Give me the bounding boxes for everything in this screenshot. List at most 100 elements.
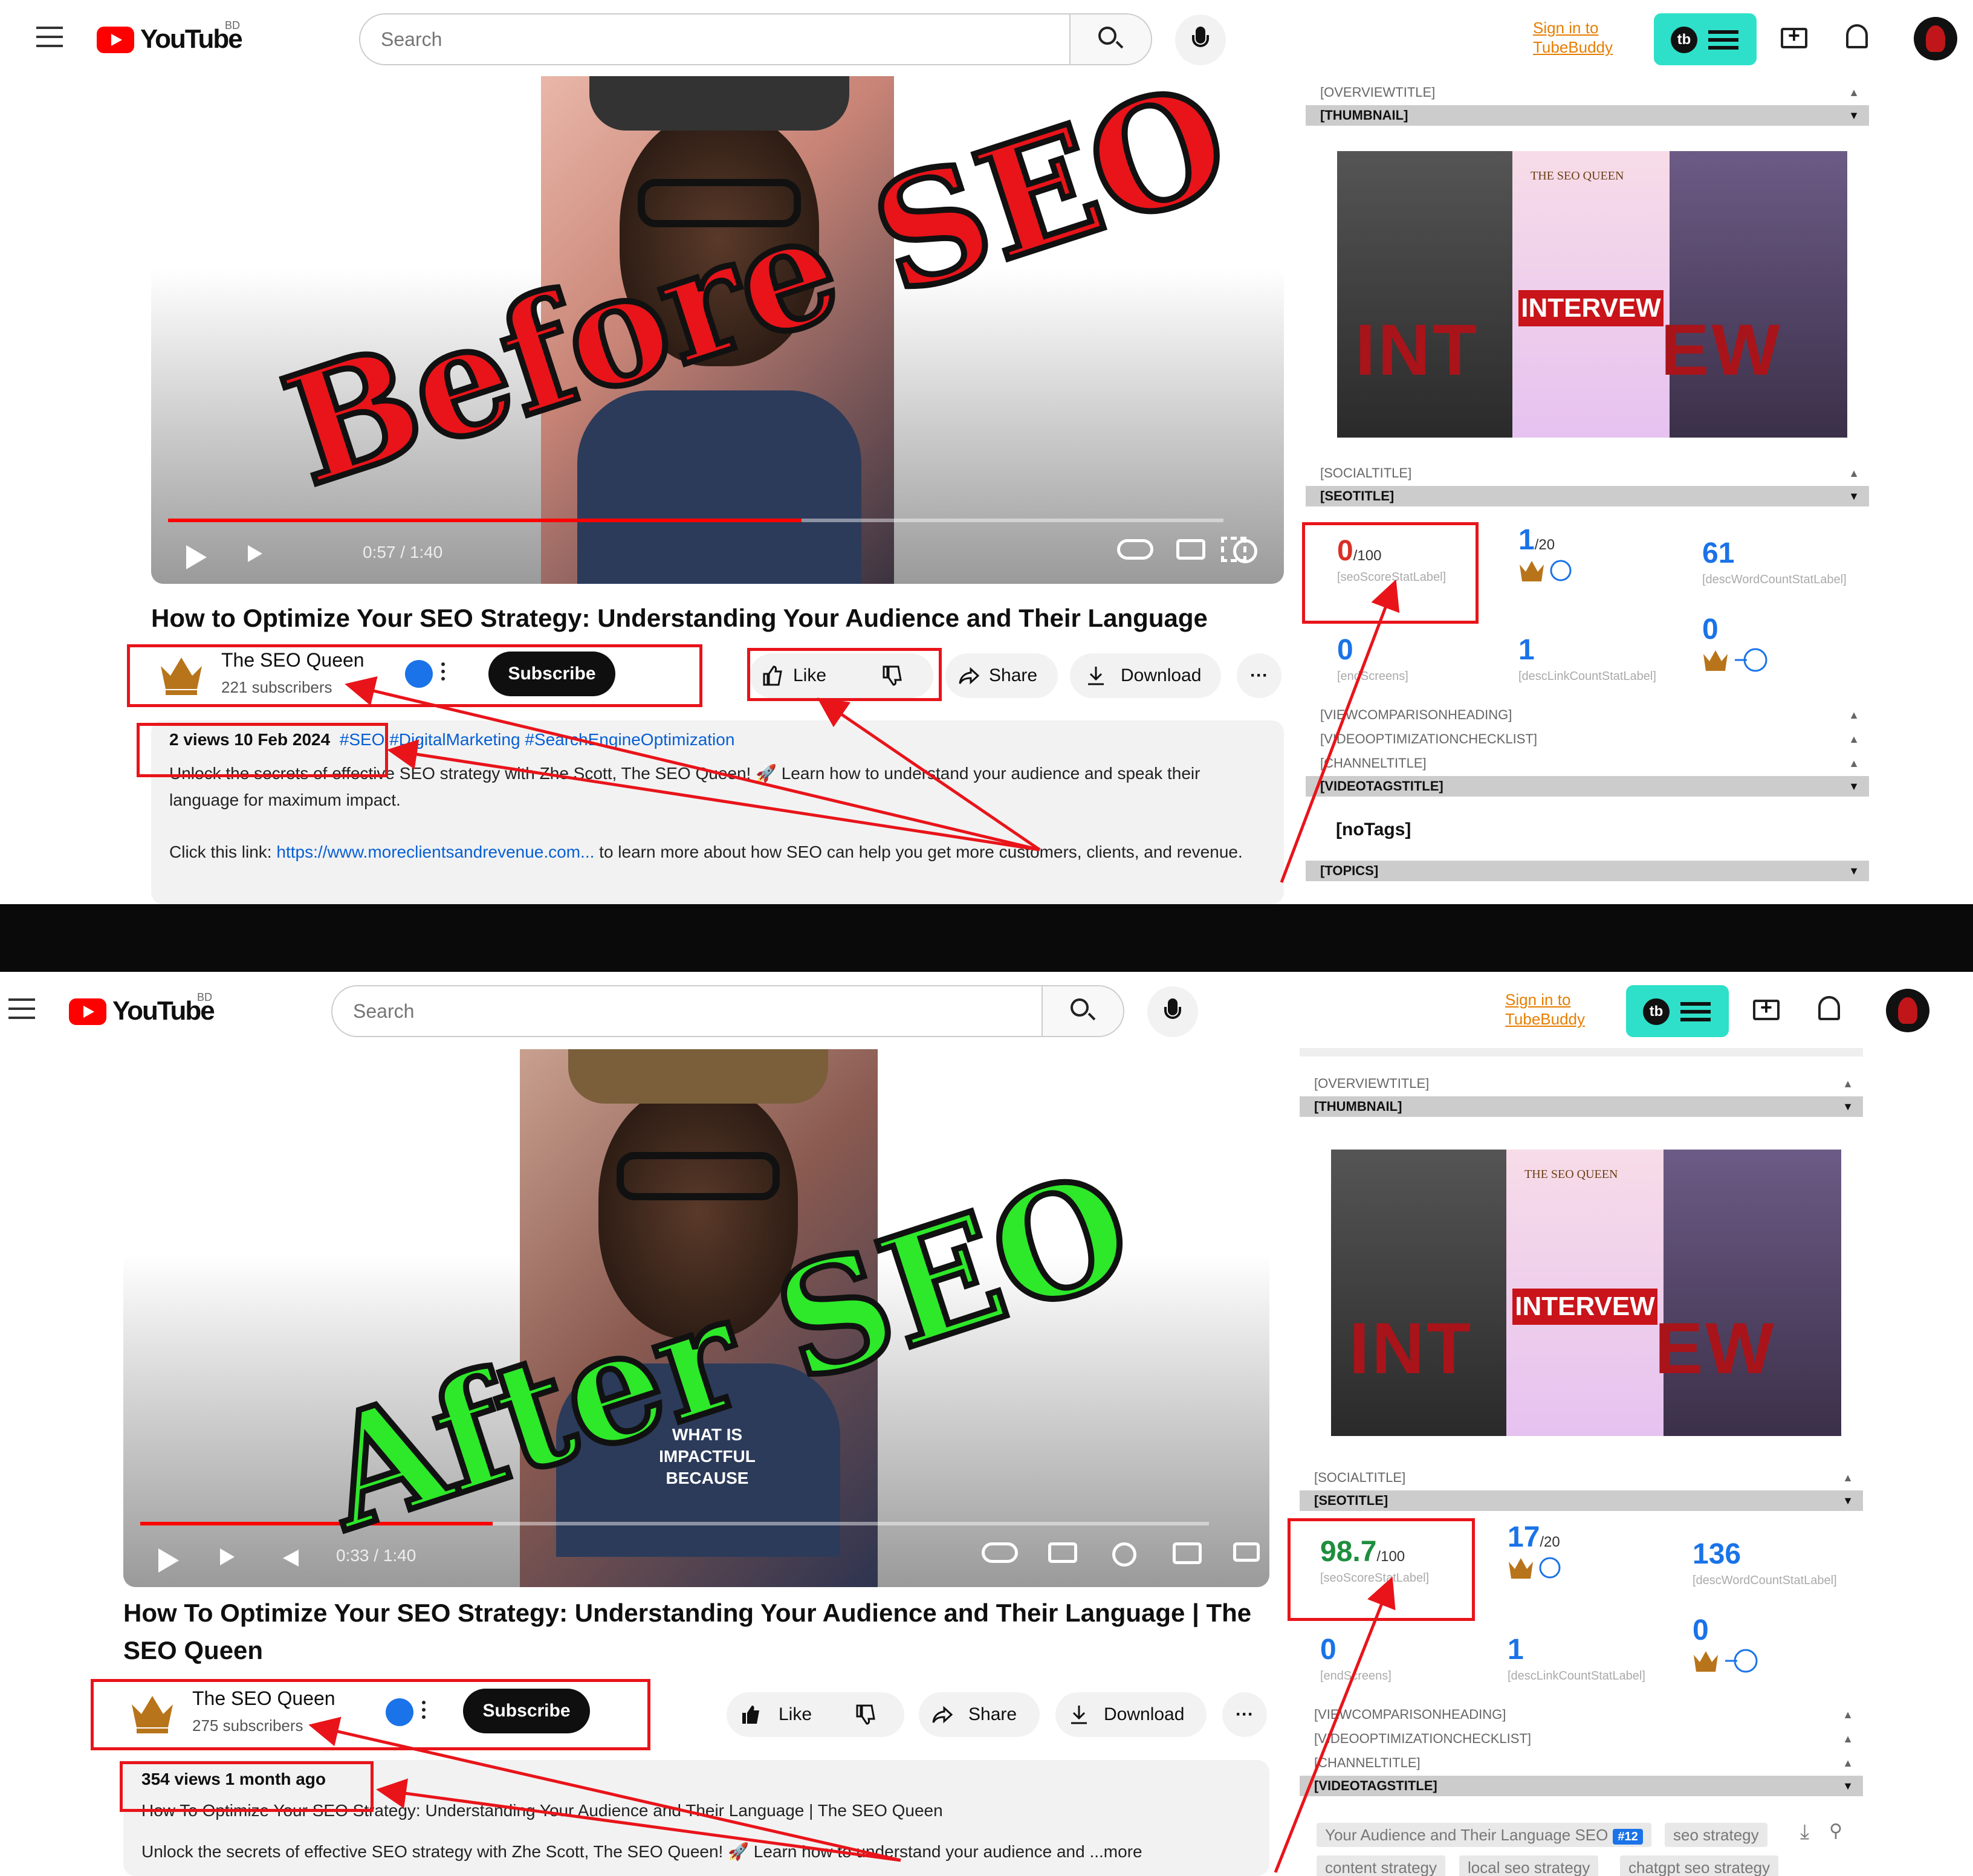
search-input[interactable] bbox=[360, 15, 1071, 64]
share-button[interactable]: Share bbox=[919, 1692, 1040, 1737]
country-code: BD bbox=[197, 991, 213, 1003]
volume-icon[interactable] bbox=[283, 1550, 299, 1567]
play-icon[interactable] bbox=[158, 1548, 179, 1573]
more-actions-icon[interactable]: ··· bbox=[1222, 1692, 1267, 1737]
tag-chip[interactable]: local seo strategy bbox=[1459, 1855, 1599, 1876]
topics-section[interactable]: [TOPICS] ▼ bbox=[1306, 861, 1869, 881]
hamburger-icon bbox=[1708, 30, 1738, 34]
crown-compare-icon bbox=[1694, 1649, 1758, 1673]
crown-stat: 0 bbox=[1693, 1614, 1874, 1686]
voice-search-button[interactable] bbox=[1147, 986, 1198, 1037]
next-icon[interactable] bbox=[220, 1548, 235, 1565]
desc-link-count-stat: 1 [descLinkCountStatLabel] bbox=[1518, 634, 1656, 683]
crown-compare-icon bbox=[1703, 648, 1767, 672]
menu-icon[interactable] bbox=[36, 27, 63, 47]
thumbnail-section[interactable]: [THUMBNAIL] ▼ bbox=[1300, 1096, 1863, 1117]
view-comparison-heading[interactable]: [VIEWCOMPARISONHEADING] ▲ bbox=[1300, 1704, 1863, 1725]
social-title[interactable]: [SOCIALTITLE] ▲ bbox=[1300, 1467, 1863, 1488]
tubebuddy-menu-button[interactable]: tb bbox=[1626, 985, 1729, 1037]
more-actions-icon[interactable]: ··· bbox=[1237, 653, 1281, 698]
avatar[interactable] bbox=[1914, 17, 1957, 60]
country-code: BD bbox=[225, 19, 241, 31]
share-label: Share bbox=[968, 1704, 1017, 1724]
video-title: How to Optimize Your SEO Strategy: Under… bbox=[151, 604, 1208, 632]
miniplayer-icon[interactable] bbox=[1173, 1542, 1202, 1564]
crown-stat: 0 bbox=[1702, 613, 1884, 685]
seo-section[interactable]: [SEOTITLE] ▼ bbox=[1300, 1490, 1863, 1511]
hashtags[interactable]: #SEO #DigitalMarketing #SearchEngineOpti… bbox=[340, 730, 735, 749]
like-button[interactable]: Like bbox=[779, 1692, 812, 1737]
checklist-stat: 1/20 bbox=[1518, 523, 1700, 596]
before-seo-screenshot: YouTube BD Sign in to TubeBuddy tb 0:57 … bbox=[0, 0, 1973, 904]
thumbs-down-icon[interactable] bbox=[855, 1704, 875, 1725]
video-optimization-checklist[interactable]: [VIDEOOPTIMIZATIONCHECKLIST] ▲ bbox=[1306, 729, 1869, 749]
play-icon[interactable] bbox=[186, 545, 207, 569]
thumbnail-section[interactable]: [THUMBNAIL] ▼ bbox=[1306, 105, 1869, 126]
download-button[interactable]: Download bbox=[1070, 653, 1221, 698]
video-title: How To Optimize Your SEO Strategy: Under… bbox=[123, 1599, 1252, 1664]
masthead: YouTube BD Sign in to TubeBuddy tb bbox=[0, 972, 1945, 1050]
video-tags-section[interactable]: [VIDEOTAGSTITLE] ▼ bbox=[1306, 776, 1869, 797]
tag-chip[interactable]: chatgpt seo strategy bbox=[1620, 1855, 1779, 1876]
tag-chip[interactable]: seo strategy bbox=[1665, 1823, 1767, 1847]
tag-chip[interactable]: content strategy bbox=[1317, 1855, 1445, 1876]
share-icon bbox=[932, 1706, 953, 1724]
attach-icon[interactable]: ⚲ bbox=[1829, 1820, 1842, 1842]
highlight-views bbox=[120, 1761, 374, 1812]
autoplay-toggle-icon[interactable] bbox=[982, 1542, 1018, 1563]
description-link-line: Click this link: https://www.moreclients… bbox=[169, 843, 1243, 861]
highlight-channel bbox=[91, 1679, 650, 1750]
next-icon[interactable] bbox=[248, 545, 262, 562]
youtube-play-icon bbox=[69, 998, 106, 1025]
desc-word-count-stat: 136 [descWordCountStatLabel] bbox=[1693, 1538, 1837, 1587]
tag-rank-badge: #12 bbox=[1613, 1829, 1643, 1845]
social-title[interactable]: [SOCIALTITLE] ▲ bbox=[1306, 463, 1869, 484]
description-link[interactable]: https://www.moreclientsandrevenue.com... bbox=[276, 843, 594, 861]
thumbs-up-filled-icon[interactable] bbox=[740, 1704, 760, 1725]
search-button[interactable] bbox=[1042, 986, 1123, 1036]
seo-section[interactable]: [SEOTITLE] ▼ bbox=[1306, 486, 1869, 506]
player-controls: 0:57 / 1:40 bbox=[151, 511, 1284, 584]
download-button[interactable]: Download bbox=[1055, 1692, 1207, 1737]
autoplay-toggle-icon[interactable] bbox=[1117, 539, 1153, 560]
progress-bar[interactable] bbox=[168, 519, 1223, 522]
search-input[interactable] bbox=[332, 986, 1043, 1036]
notifications-bell-icon[interactable] bbox=[1846, 24, 1868, 48]
tubebuddy-signin-link[interactable]: Sign in to TubeBuddy bbox=[1505, 990, 1614, 1029]
fullscreen-icon[interactable] bbox=[1221, 537, 1246, 562]
tubebuddy-menu-button[interactable]: tb bbox=[1654, 13, 1757, 65]
channel-title[interactable]: [CHANNELTITLE] ▲ bbox=[1306, 753, 1869, 774]
overview-title[interactable]: [OVERVIEWTITLE] ▲ bbox=[1306, 82, 1869, 103]
theater-mode-icon[interactable] bbox=[1233, 1542, 1260, 1562]
desc-link-count-stat: 1 [descLinkCountStatLabel] bbox=[1508, 1634, 1645, 1683]
share-label: Share bbox=[989, 665, 1038, 685]
crown-refresh-icon bbox=[1520, 560, 1572, 581]
avatar[interactable] bbox=[1886, 989, 1929, 1032]
download-label: Download bbox=[1121, 665, 1202, 685]
video-optimization-checklist[interactable]: [VIDEOOPTIMIZATIONCHECKLIST] ▲ bbox=[1300, 1729, 1863, 1749]
download-tags-icon[interactable]: ⤓ bbox=[1800, 1820, 1809, 1844]
highlight-seo-score bbox=[1302, 522, 1479, 624]
settings-gear-icon[interactable] bbox=[1112, 1542, 1136, 1567]
create-video-icon[interactable] bbox=[1753, 996, 1780, 1020]
video-tags-section[interactable]: [VIDEOTAGSTITLE] ▼ bbox=[1300, 1776, 1863, 1796]
masthead: YouTube BD Sign in to TubeBuddy tb bbox=[0, 0, 1973, 79]
download-label: Download bbox=[1104, 1704, 1185, 1724]
create-video-icon[interactable] bbox=[1781, 24, 1807, 48]
share-button[interactable]: Share bbox=[945, 653, 1058, 698]
search-button[interactable] bbox=[1069, 15, 1151, 64]
hamburger-icon bbox=[1680, 1002, 1711, 1006]
menu-icon[interactable] bbox=[8, 998, 35, 1019]
channel-title[interactable]: [CHANNELTITLE] ▲ bbox=[1300, 1753, 1863, 1773]
overview-title[interactable]: [OVERVIEWTITLE] ▲ bbox=[1300, 1073, 1863, 1094]
notifications-bell-icon[interactable] bbox=[1818, 996, 1840, 1020]
no-tags-message: [noTags] bbox=[1336, 820, 1411, 839]
view-comparison-heading[interactable]: [VIEWCOMPARISONHEADING] ▲ bbox=[1306, 705, 1869, 725]
progress-bar[interactable] bbox=[140, 1522, 1209, 1525]
subtitles-icon[interactable] bbox=[1048, 1542, 1077, 1563]
highlight-views bbox=[137, 723, 388, 777]
subtitles-icon[interactable] bbox=[1176, 539, 1205, 560]
tubebuddy-signin-link[interactable]: Sign in to TubeBuddy bbox=[1533, 18, 1642, 57]
video-thumbnail: INT EW THE SEO QUEEN INTERVEW bbox=[1337, 151, 1847, 438]
tag-chip[interactable]: Your Audience and Their Language SEO #12 bbox=[1317, 1823, 1651, 1847]
